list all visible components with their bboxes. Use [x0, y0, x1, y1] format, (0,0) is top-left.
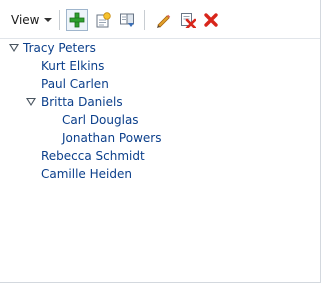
tree-node-carl-douglas[interactable]: Carl Douglas: [62, 111, 139, 129]
tree-node-jonathan-powers[interactable]: Jonathan Powers: [62, 129, 161, 147]
tree-node-rebecca-schmidt[interactable]: Rebecca Schmidt: [41, 147, 145, 165]
tree-node-label: Paul Carlen: [41, 77, 109, 91]
new-item-icon: [96, 12, 111, 28]
tree-node-paul-carlen[interactable]: Paul Carlen: [41, 75, 109, 93]
tree-node-label: Camille Heiden: [41, 167, 132, 181]
hierarchy-panel: View Tracy Peters Kurt Elkins Paul Carle…: [0, 0, 321, 283]
new-item-button[interactable]: [92, 9, 114, 31]
view-menu-label: View: [11, 13, 40, 27]
delete-item-icon: [181, 13, 196, 28]
tree-node-britta-daniels[interactable]: Britta Daniels: [41, 93, 123, 111]
tree-node-label: Carl Douglas: [62, 113, 139, 127]
tree-node-label: Tracy Peters: [23, 41, 96, 55]
tree-node-label: Kurt Elkins: [41, 59, 105, 73]
edit-button[interactable]: [152, 9, 174, 31]
add-icon: [69, 12, 85, 28]
remove-icon: [204, 13, 218, 27]
view-menu-button[interactable]: View: [11, 12, 53, 28]
properties-icon: [120, 13, 134, 27]
expanded-triangle-icon[interactable]: [9, 44, 19, 52]
toolbar-separator: [144, 10, 145, 30]
delete-item-button[interactable]: [177, 9, 199, 31]
toolbar: View: [0, 0, 320, 38]
add-button[interactable]: [66, 9, 88, 31]
tree-node-label: Britta Daniels: [41, 95, 123, 109]
expanded-triangle-icon[interactable]: [26, 98, 36, 106]
chevron-down-icon: [44, 18, 53, 22]
tree-node-label: Rebecca Schmidt: [41, 149, 145, 163]
tree-node-kurt-elkins[interactable]: Kurt Elkins: [41, 57, 104, 75]
tree-node-tracy-peters[interactable]: Tracy Peters: [23, 39, 96, 57]
tree-node-camille-heiden[interactable]: Camille Heiden: [41, 165, 132, 183]
tree-node-label: Jonathan Powers: [62, 131, 162, 145]
toolbar-separator: [59, 10, 60, 30]
properties-button[interactable]: [116, 9, 138, 31]
edit-icon: [157, 14, 171, 28]
remove-button[interactable]: [200, 9, 222, 31]
